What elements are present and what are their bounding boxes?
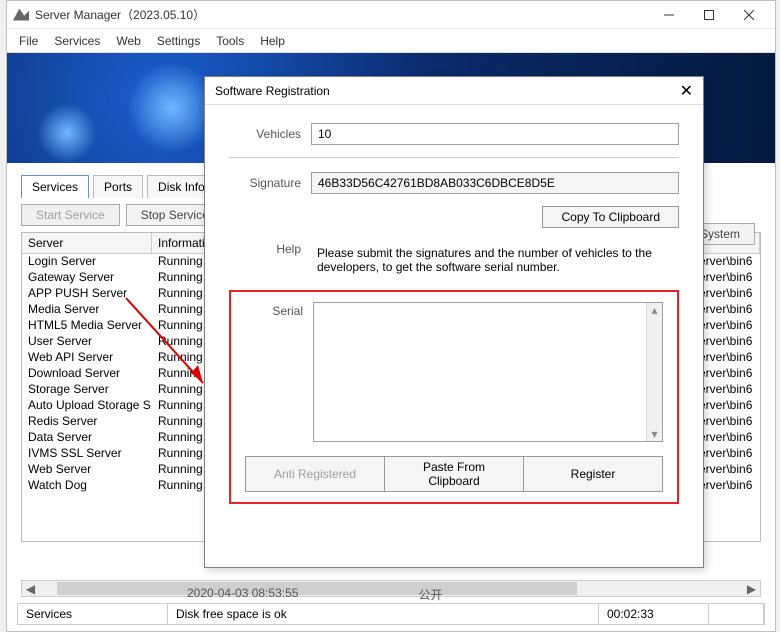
window-title: Server Manager（2023.05.10） [35,6,649,23]
dialog-titlebar: Software Registration ✕ [205,77,703,105]
maximize-button[interactable] [689,2,729,28]
status-extra [709,604,764,624]
col-server[interactable]: Server [22,233,152,253]
tab-ports[interactable]: Ports [93,175,143,198]
cell-server: Redis Server [22,414,152,430]
serial-section: Serial ▴▾ Anti Registered Paste From Cli… [229,290,679,504]
status-label: Services [18,604,168,624]
cell-server: Login Server [22,254,152,270]
serial-scrollbar[interactable]: ▴▾ [646,303,662,441]
dialog-close-icon[interactable]: ✕ [680,81,693,101]
cell-server: Watch Dog [22,478,152,494]
start-service-button[interactable]: Start Service [21,204,120,226]
cell-server: Data Server [22,430,152,446]
cell-server: Web Server [22,462,152,478]
paste-clipboard-button[interactable]: Paste From Clipboard [385,456,524,492]
registration-dialog: Software Registration ✕ Vehicles Signatu… [204,76,704,568]
vehicles-label: Vehicles [229,127,301,141]
bg-text: 公开 [418,586,442,603]
close-button[interactable] [729,2,769,28]
serial-label: Serial [245,302,303,442]
menu-tools[interactable]: Tools [216,34,244,48]
menu-web[interactable]: Web [116,34,140,48]
tab-services[interactable]: Services [21,175,89,198]
cell-server: IVMS SSL Server [22,446,152,462]
cell-server: APP PUSH Server [22,286,152,302]
scroll-right-icon[interactable]: ▶ [743,581,760,596]
dialog-title: Software Registration [215,84,330,98]
serial-textarea[interactable]: ▴▾ [313,302,663,442]
background-row: 2020-04-03 08:53:55 公开 [187,586,442,603]
statusbar: Services Disk free space is ok 00:02:33 [17,603,765,625]
vehicles-input[interactable] [311,123,679,145]
help-label: Help [229,242,301,256]
menu-file[interactable]: File [19,34,38,48]
cell-server: HTML5 Media Server [22,318,152,334]
menu-help[interactable]: Help [260,34,285,48]
cell-server: Download Server [22,366,152,382]
copy-clipboard-button[interactable]: Copy To Clipboard [542,206,679,228]
titlebar: Server Manager（2023.05.10） [7,1,775,29]
anti-registered-button[interactable]: Anti Registered [245,456,385,492]
scroll-left-icon[interactable]: ◀ [22,581,39,596]
minimize-button[interactable] [649,2,689,28]
signature-label: Signature [229,176,301,190]
status-disk: Disk free space is ok [168,604,599,624]
app-icon [13,9,29,21]
cell-server: Web API Server [22,350,152,366]
bg-timestamp: 2020-04-03 08:53:55 [187,586,298,603]
cell-server: Storage Server [22,382,152,398]
cell-server: User Server [22,334,152,350]
cell-server: Media Server [22,302,152,318]
cell-server: Auto Upload Storage S... [22,398,152,414]
signature-field[interactable] [311,172,679,194]
menu-settings[interactable]: Settings [157,34,200,48]
help-text: Please submit the signatures and the num… [311,242,679,278]
menubar: File Services Web Settings Tools Help [7,29,775,53]
cell-server: Gateway Server [22,270,152,286]
menu-services[interactable]: Services [54,34,100,48]
register-button[interactable]: Register [524,456,663,492]
status-time: 00:02:33 [599,604,709,624]
